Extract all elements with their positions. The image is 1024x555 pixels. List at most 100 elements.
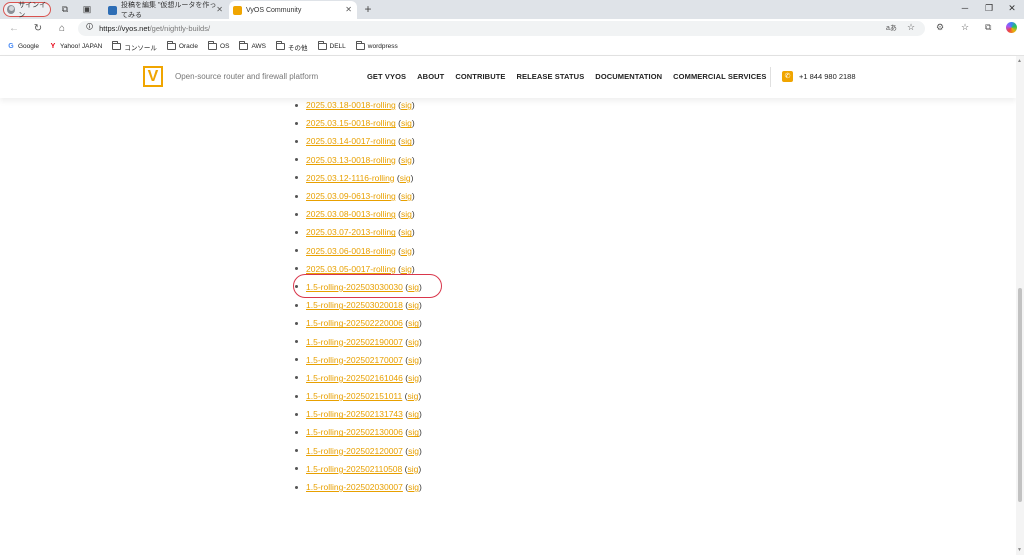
nav-about[interactable]: ABOUT: [417, 72, 444, 81]
build-link[interactable]: 2025.03.05-0017-rolling: [306, 264, 396, 274]
list-item: 1.5-rolling-202502030007 (sig): [295, 478, 422, 496]
bookmark-folder-os[interactable]: OS: [208, 41, 229, 50]
build-link[interactable]: 2025.03.15-0018-rolling: [306, 118, 396, 128]
build-link[interactable]: 2025.03.06-0018-rolling: [306, 246, 396, 256]
build-link[interactable]: 2025.03.14-0017-rolling: [306, 136, 396, 146]
sig-link[interactable]: sig: [408, 446, 419, 456]
folder-icon: [317, 41, 327, 50]
workspaces-icon[interactable]: ⧉: [60, 4, 70, 14]
tab-wordpress-edit[interactable]: 投稿を編集 "仮想ルータを作ってみる ✕: [104, 1, 228, 19]
nav-release-status[interactable]: RELEASE STATUS: [517, 72, 585, 81]
build-link[interactable]: 1.5-rolling-202502131743: [306, 409, 403, 419]
sig-link[interactable]: sig: [401, 155, 412, 165]
list-item: 2025.03.18-0018-rolling (sig): [295, 96, 422, 114]
nav-get-vyos[interactable]: GET VYOS: [367, 72, 406, 81]
sig-link[interactable]: sig: [408, 300, 419, 310]
build-link[interactable]: 2025.03.09-0613-rolling: [306, 191, 396, 201]
copilot-icon[interactable]: [1006, 22, 1017, 33]
build-link[interactable]: 1.5-rolling-202502161046: [306, 373, 403, 383]
bookmarks-bar: G Google Y Yahoo! JAPAN コンソール Oracle OS …: [0, 38, 1024, 56]
build-link[interactable]: 2025.03.13-0018-rolling: [306, 155, 396, 165]
site-info-icon[interactable]: 🛈: [86, 23, 93, 34]
collections-icon[interactable]: ⧉: [985, 22, 991, 33]
address-bar[interactable]: 🛈 https://vyos.net/get/nightly-builds/: [78, 21, 925, 36]
favorite-star-icon[interactable]: ☆: [907, 22, 915, 33]
paren: ): [418, 427, 422, 438]
bullet-icon: [295, 467, 298, 471]
sig-link[interactable]: sig: [408, 427, 419, 437]
scroll-thumb[interactable]: [1018, 288, 1022, 502]
read-aloud-icon[interactable]: aあ: [886, 23, 897, 33]
build-link[interactable]: 1.5-rolling-202502030007: [306, 482, 403, 492]
sig-link[interactable]: sig: [408, 482, 419, 492]
list-item: 2025.03.06-0018-rolling (sig): [295, 242, 422, 260]
build-link[interactable]: 1.5-rolling-202502170007: [306, 355, 403, 365]
sig-link[interactable]: sig: [401, 118, 412, 128]
build-link[interactable]: 1.5-rolling-202502130006: [306, 427, 403, 437]
build-link[interactable]: 2025.03.08-0013-rolling: [306, 209, 396, 219]
list-item: 1.5-rolling-202502190007 (sig): [295, 332, 422, 350]
back-icon[interactable]: ←: [8, 22, 20, 35]
bullet-icon: [295, 176, 298, 180]
vyos-logo[interactable]: V: [143, 66, 163, 87]
build-link[interactable]: 1.5-rolling-202502110508: [306, 464, 402, 474]
main-nav: GET VYOS ABOUT CONTRIBUTE RELEASE STATUS…: [367, 72, 766, 81]
home-icon[interactable]: ⌂: [56, 22, 68, 35]
bookmark-google[interactable]: G Google: [7, 43, 39, 51]
sig-link[interactable]: sig: [407, 391, 418, 401]
sig-link[interactable]: sig: [401, 209, 412, 219]
paren: ): [411, 136, 415, 147]
sig-link[interactable]: sig: [407, 464, 418, 474]
paren: ): [411, 100, 415, 111]
phone-number[interactable]: +1 844 980 2188: [799, 72, 856, 81]
bookmark-folder-other[interactable]: その他: [276, 41, 308, 52]
sig-link[interactable]: sig: [408, 337, 419, 347]
build-link[interactable]: 1.5-rolling-202502190007: [306, 337, 403, 347]
sig-link[interactable]: sig: [408, 318, 419, 328]
nav-contribute[interactable]: CONTRIBUTE: [455, 72, 505, 81]
sig-link[interactable]: sig: [401, 246, 412, 256]
sig-link[interactable]: sig: [401, 100, 412, 110]
sig-link[interactable]: sig: [408, 373, 419, 383]
nav-commercial-services[interactable]: COMMERCIAL SERVICES: [673, 72, 766, 81]
scroll-up-icon[interactable]: ▲: [1017, 58, 1022, 64]
bookmark-folder-oracle[interactable]: Oracle: [166, 41, 198, 50]
close-tab-icon[interactable]: ✕: [345, 5, 352, 14]
tab-actions-icon[interactable]: ▣: [82, 4, 92, 14]
sig-link[interactable]: sig: [400, 173, 411, 183]
profile-button[interactable]: サインイン: [3, 2, 51, 19]
bookmark-folder-dell[interactable]: DELL: [317, 41, 346, 50]
bookmark-folder-aws[interactable]: AWS: [239, 41, 266, 50]
favorites-icon[interactable]: ☆: [961, 22, 969, 33]
build-link[interactable]: 1.5-rolling-202502151011: [306, 391, 402, 401]
minimize-icon[interactable]: ─: [959, 3, 971, 13]
folder-icon: [355, 41, 365, 50]
build-link[interactable]: 2025.03.07-2013-rolling: [306, 227, 396, 237]
new-tab-button[interactable]: +: [363, 3, 373, 15]
sig-link[interactable]: sig: [401, 136, 412, 146]
build-link[interactable]: 1.5-rolling-202503020018: [306, 300, 403, 310]
build-link[interactable]: 2025.03.18-0018-rolling: [306, 100, 396, 110]
bookmark-folder-console[interactable]: コンソール: [112, 41, 157, 52]
bookmark-yahoo[interactable]: Y Yahoo! JAPAN: [49, 43, 103, 51]
extensions-icon[interactable]: ⚙: [936, 22, 944, 33]
tab-vyos-community[interactable]: VyOS Community ✕: [229, 1, 357, 19]
sig-link[interactable]: sig: [401, 191, 412, 201]
close-tab-icon[interactable]: ✕: [216, 5, 223, 14]
build-link[interactable]: 2025.03.12-1116-rolling: [306, 173, 395, 183]
build-link[interactable]: 1.5-rolling-202502220006: [306, 318, 403, 328]
sig-link[interactable]: sig: [408, 409, 419, 419]
maximize-icon[interactable]: ❐: [983, 3, 995, 14]
sig-link[interactable]: sig: [408, 355, 419, 365]
close-window-icon[interactable]: ✕: [1006, 3, 1018, 14]
sig-link[interactable]: sig: [401, 227, 412, 237]
scroll-down-icon[interactable]: ▼: [1017, 547, 1022, 553]
bookmark-folder-wordpress[interactable]: wordpress: [355, 41, 398, 50]
reload-icon[interactable]: ↻: [32, 22, 44, 35]
page-scrollbar[interactable]: ▲ ▼: [1016, 56, 1024, 555]
bookmark-label: コンソール: [124, 44, 157, 52]
nav-documentation[interactable]: DOCUMENTATION: [595, 72, 662, 81]
build-link[interactable]: 1.5-rolling-202502120007: [306, 446, 403, 456]
sig-link[interactable]: sig: [401, 264, 412, 274]
address-row: ← ↻ ⌂ 🛈 https://vyos.net/get/nightly-bui…: [0, 19, 1024, 38]
